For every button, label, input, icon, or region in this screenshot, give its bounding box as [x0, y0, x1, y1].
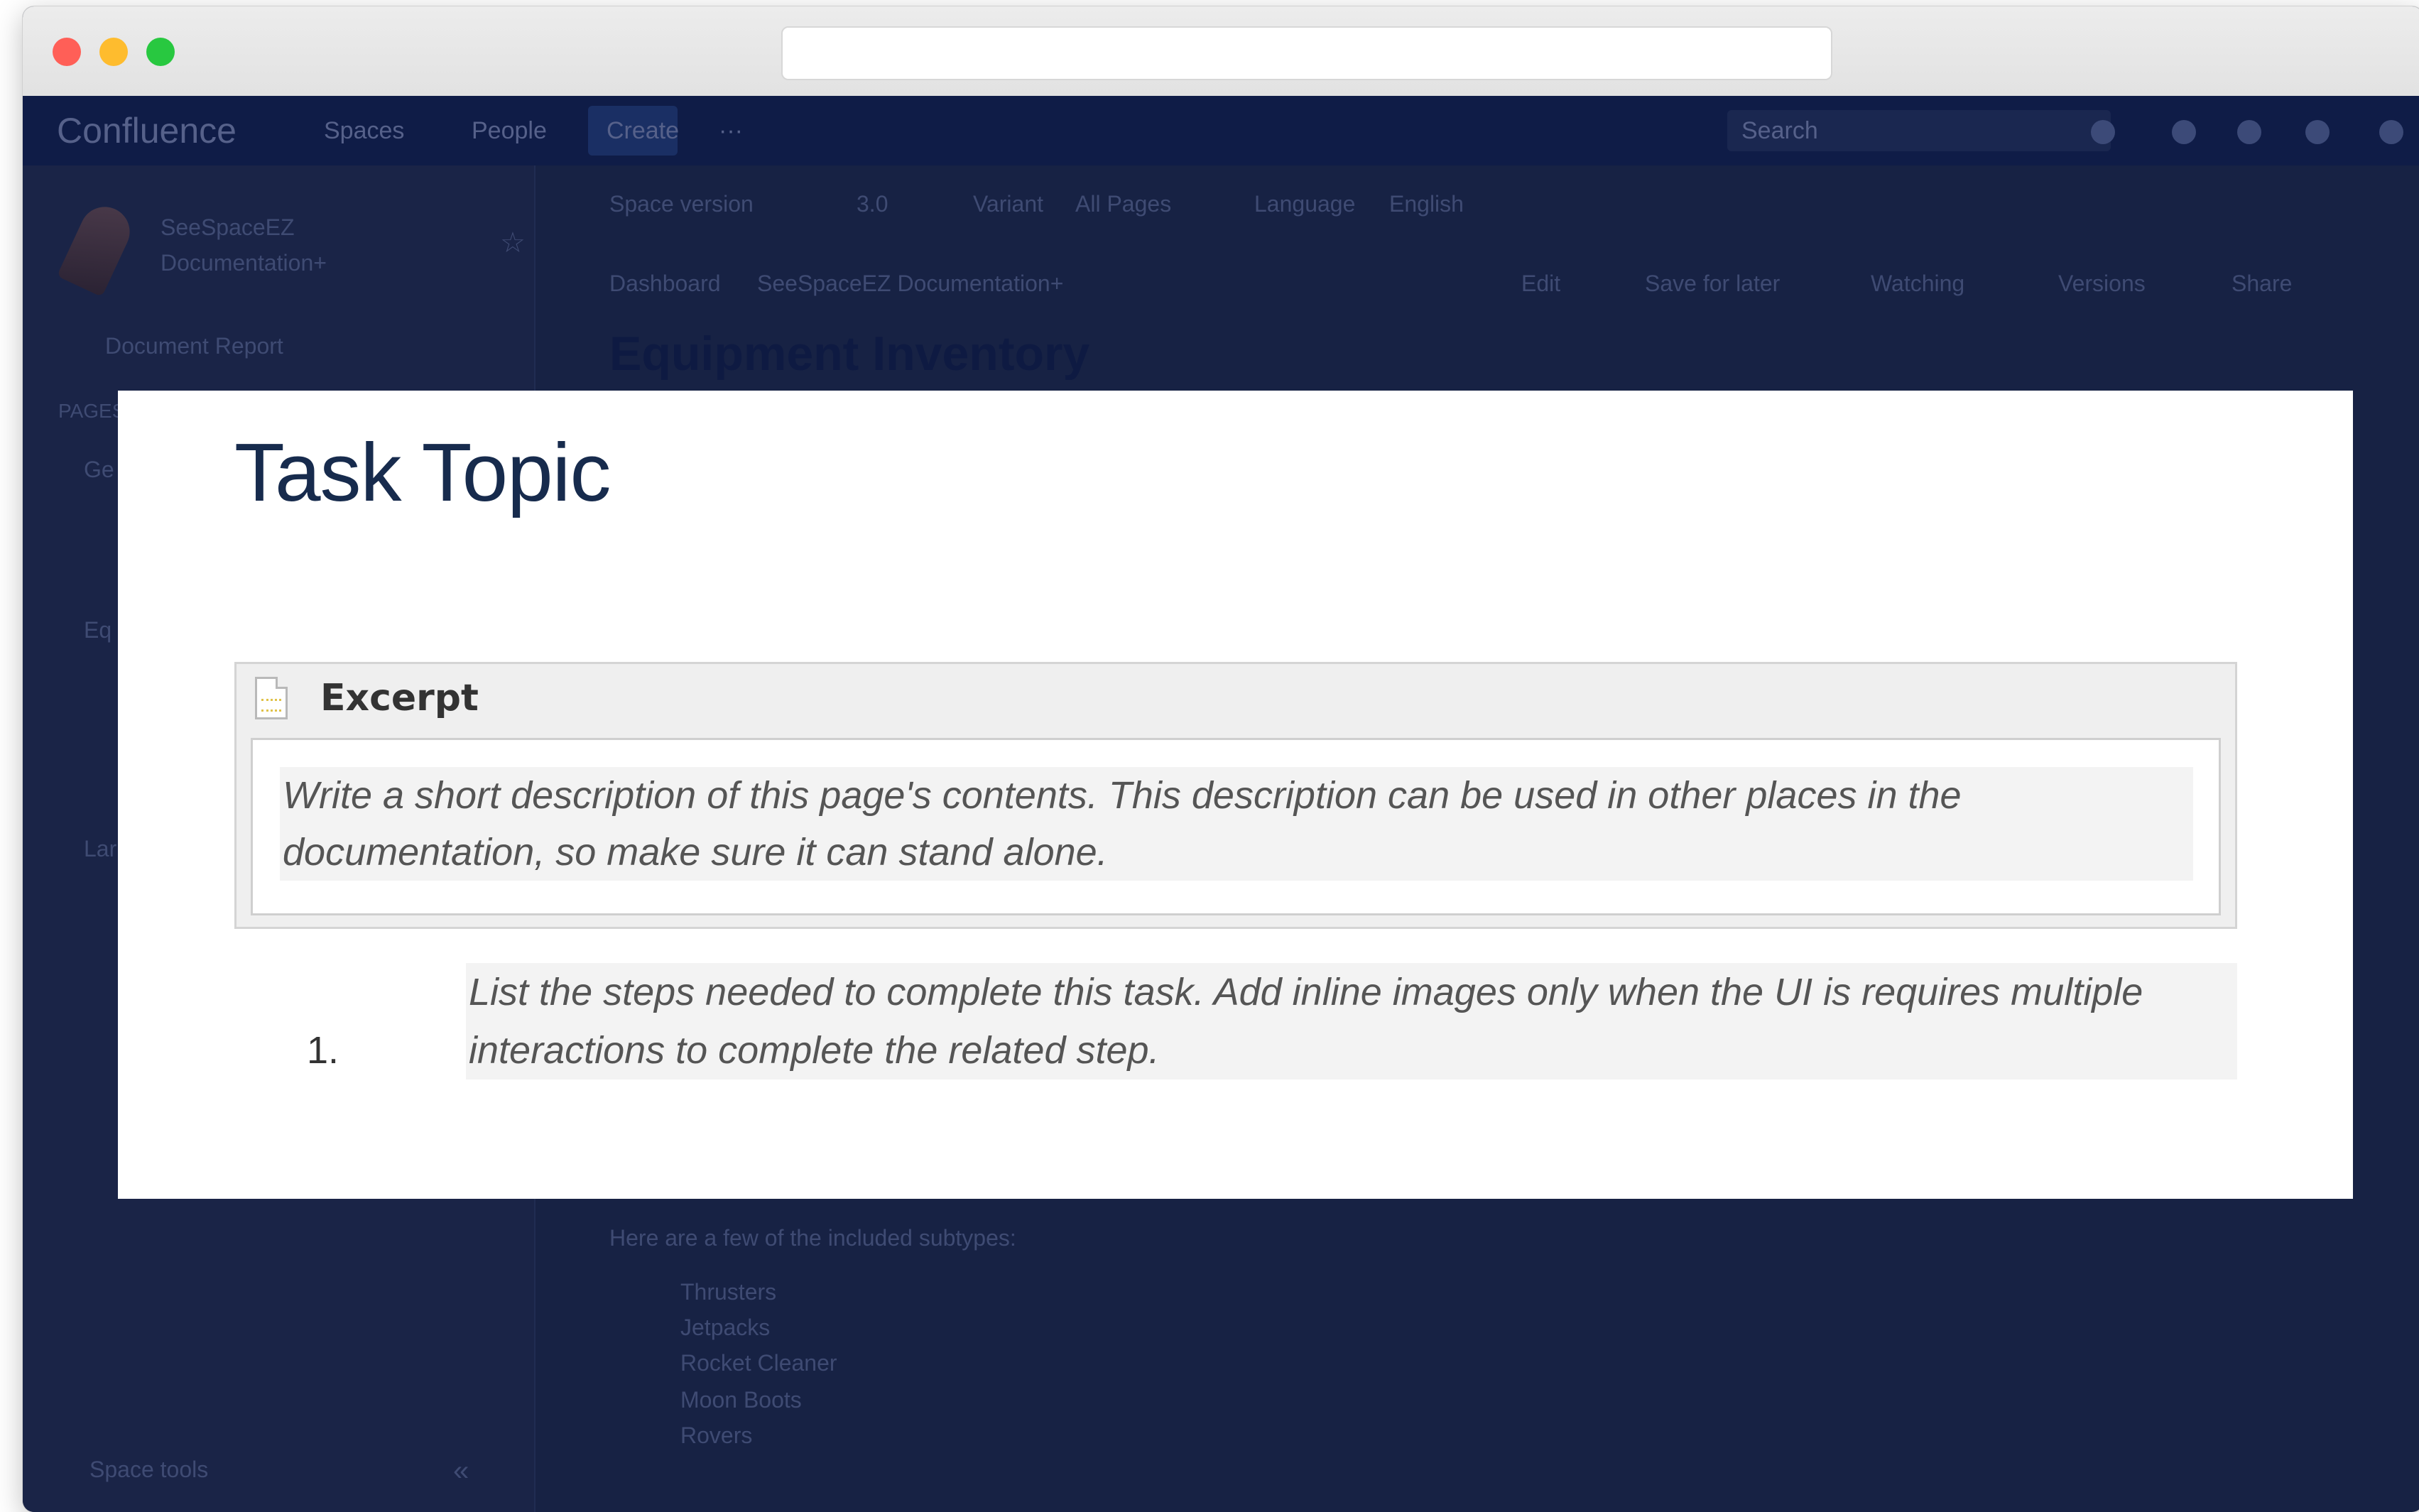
language-selector[interactable]: English: [1389, 191, 1464, 217]
modal-title: Task Topic: [234, 426, 611, 518]
space-version-label: Space version: [609, 191, 754, 217]
share-button[interactable]: Share: [2232, 271, 2292, 297]
breadcrumb-space[interactable]: SeeSpaceEZ Documentation+: [757, 271, 1063, 297]
page-title: Equipment Inventory: [609, 327, 1090, 381]
excerpt-label: Excerpt: [320, 677, 479, 719]
notifications-icon[interactable]: [2305, 120, 2330, 144]
gear-icon[interactable]: [2237, 120, 2261, 144]
minimize-window-button[interactable]: [99, 38, 128, 66]
nav-spaces[interactable]: Spaces: [324, 117, 404, 145]
versions-button[interactable]: Versions: [2058, 271, 2146, 297]
create-button[interactable]: Create: [607, 117, 679, 145]
language-label: Language: [1254, 191, 1356, 217]
more-icon[interactable]: ···: [719, 117, 743, 145]
document-report-link[interactable]: Document Report: [105, 333, 283, 359]
nav-people[interactable]: People: [472, 117, 547, 145]
close-window-button[interactable]: [53, 38, 81, 66]
subtypes-intro: Here are a few of the included subtypes:: [609, 1225, 1016, 1251]
excerpt-body: Write a short description of this page's…: [251, 738, 2221, 915]
tree-item-lar[interactable]: Lar: [84, 836, 116, 862]
avatar[interactable]: [2379, 120, 2403, 144]
confluence-top-nav: Confluence Spaces People Create ··· Sear…: [23, 96, 2419, 165]
pages-heading: PAGES: [58, 400, 126, 422]
space-tools-link[interactable]: Space tools: [89, 1457, 208, 1483]
subtype-item: Rovers: [680, 1423, 753, 1448]
excerpt-macro[interactable]: Excerpt Write a short description of thi…: [234, 662, 2237, 929]
title-bar: [23, 6, 2419, 97]
address-bar[interactable]: [781, 26, 1832, 80]
subtype-item: Rocket Cleaner: [680, 1350, 837, 1376]
variant-selector[interactable]: All Pages: [1075, 191, 1171, 217]
version-selector[interactable]: 3.0: [857, 191, 888, 217]
step-placeholder-text[interactable]: List the steps needed to complete this t…: [466, 963, 2237, 1079]
space-logo[interactable]: [56, 198, 138, 298]
template-preview-modal: Task Topic Excerpt Write a short descrip…: [118, 391, 2353, 1199]
document-icon: [255, 677, 288, 719]
step-number: 1.: [307, 1029, 339, 1072]
zoom-window-button[interactable]: [146, 38, 175, 66]
help-icon[interactable]: [2172, 120, 2196, 144]
variant-label: Variant: [973, 191, 1044, 217]
tree-item-ge[interactable]: Ge: [84, 457, 114, 483]
subtype-item: Thrusters: [680, 1279, 777, 1305]
search-icon[interactable]: [2091, 120, 2115, 144]
subtype-item: Jetpacks: [680, 1315, 771, 1340]
subtype-item: Moon Boots: [680, 1387, 802, 1413]
edit-button[interactable]: Edit: [1521, 271, 1560, 297]
breadcrumb-dashboard[interactable]: Dashboard: [609, 271, 721, 297]
collapse-sidebar-button[interactable]: «: [453, 1455, 469, 1487]
confluence-logo[interactable]: Confluence: [57, 110, 237, 151]
search-placeholder: Search: [1741, 117, 1818, 144]
tree-item-eq[interactable]: Eq: [84, 617, 112, 643]
star-icon[interactable]: ☆: [500, 227, 526, 259]
space-name[interactable]: SeeSpaceEZ Documentation+: [161, 210, 331, 281]
save-for-later-button[interactable]: Save for later: [1645, 271, 1780, 297]
excerpt-placeholder-text[interactable]: Write a short description of this page's…: [280, 767, 2193, 881]
watching-button[interactable]: Watching: [1871, 271, 1964, 297]
